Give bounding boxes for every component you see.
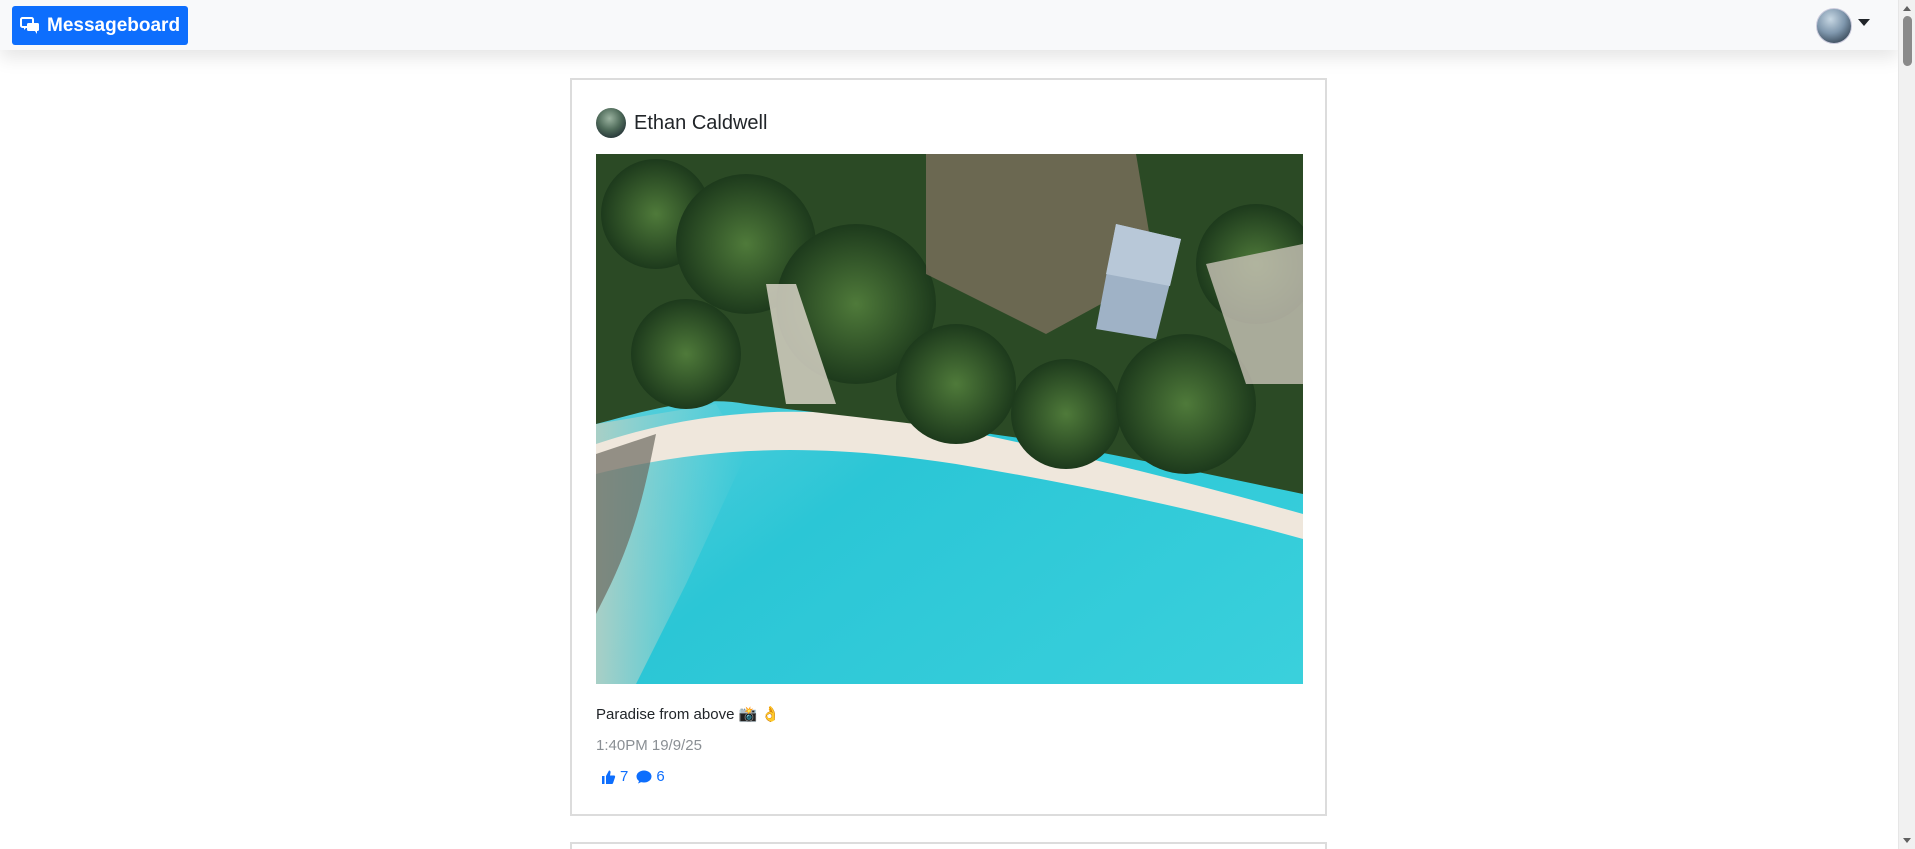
brand-link[interactable]: Messageboard xyxy=(12,6,189,45)
comment-count: 6 xyxy=(656,768,665,785)
scrollbar-thumb[interactable] xyxy=(1903,16,1912,66)
user-menu-toggle[interactable] xyxy=(1816,8,1870,44)
comment-icon xyxy=(636,769,652,785)
post-header: Ethan Caldwell xyxy=(596,108,767,138)
scrollbar[interactable] xyxy=(1898,0,1915,849)
post-card: Ethan Caldwell Paradise from above 📸 👌 1… xyxy=(570,78,1327,816)
author-avatar[interactable] xyxy=(596,108,626,138)
scroll-up-arrow-icon[interactable] xyxy=(1903,6,1911,11)
scroll-down-arrow-icon[interactable] xyxy=(1903,838,1911,843)
comment-button[interactable]: 6 xyxy=(636,768,665,785)
user-avatar[interactable] xyxy=(1816,8,1852,44)
post-actions: 7 6 xyxy=(600,768,665,785)
thumbs-up-icon xyxy=(600,769,616,785)
chat-bubbles-icon xyxy=(20,16,40,35)
like-count: 7 xyxy=(620,768,629,785)
post-timestamp: 1:40PM 19/9/25 xyxy=(596,737,702,754)
brand-label: Messageboard xyxy=(47,14,181,36)
post-image[interactable] xyxy=(596,154,1303,684)
navbar: Messageboard xyxy=(0,0,1898,50)
like-button[interactable]: 7 xyxy=(600,768,628,785)
author-name[interactable]: Ethan Caldwell xyxy=(634,112,767,135)
post-caption: Paradise from above 📸 👌 xyxy=(596,706,781,723)
page: Messageboard Ethan Caldwell Paradise fro… xyxy=(0,0,1898,849)
caret-down-icon[interactable] xyxy=(1858,18,1870,26)
next-post-card xyxy=(570,842,1327,849)
